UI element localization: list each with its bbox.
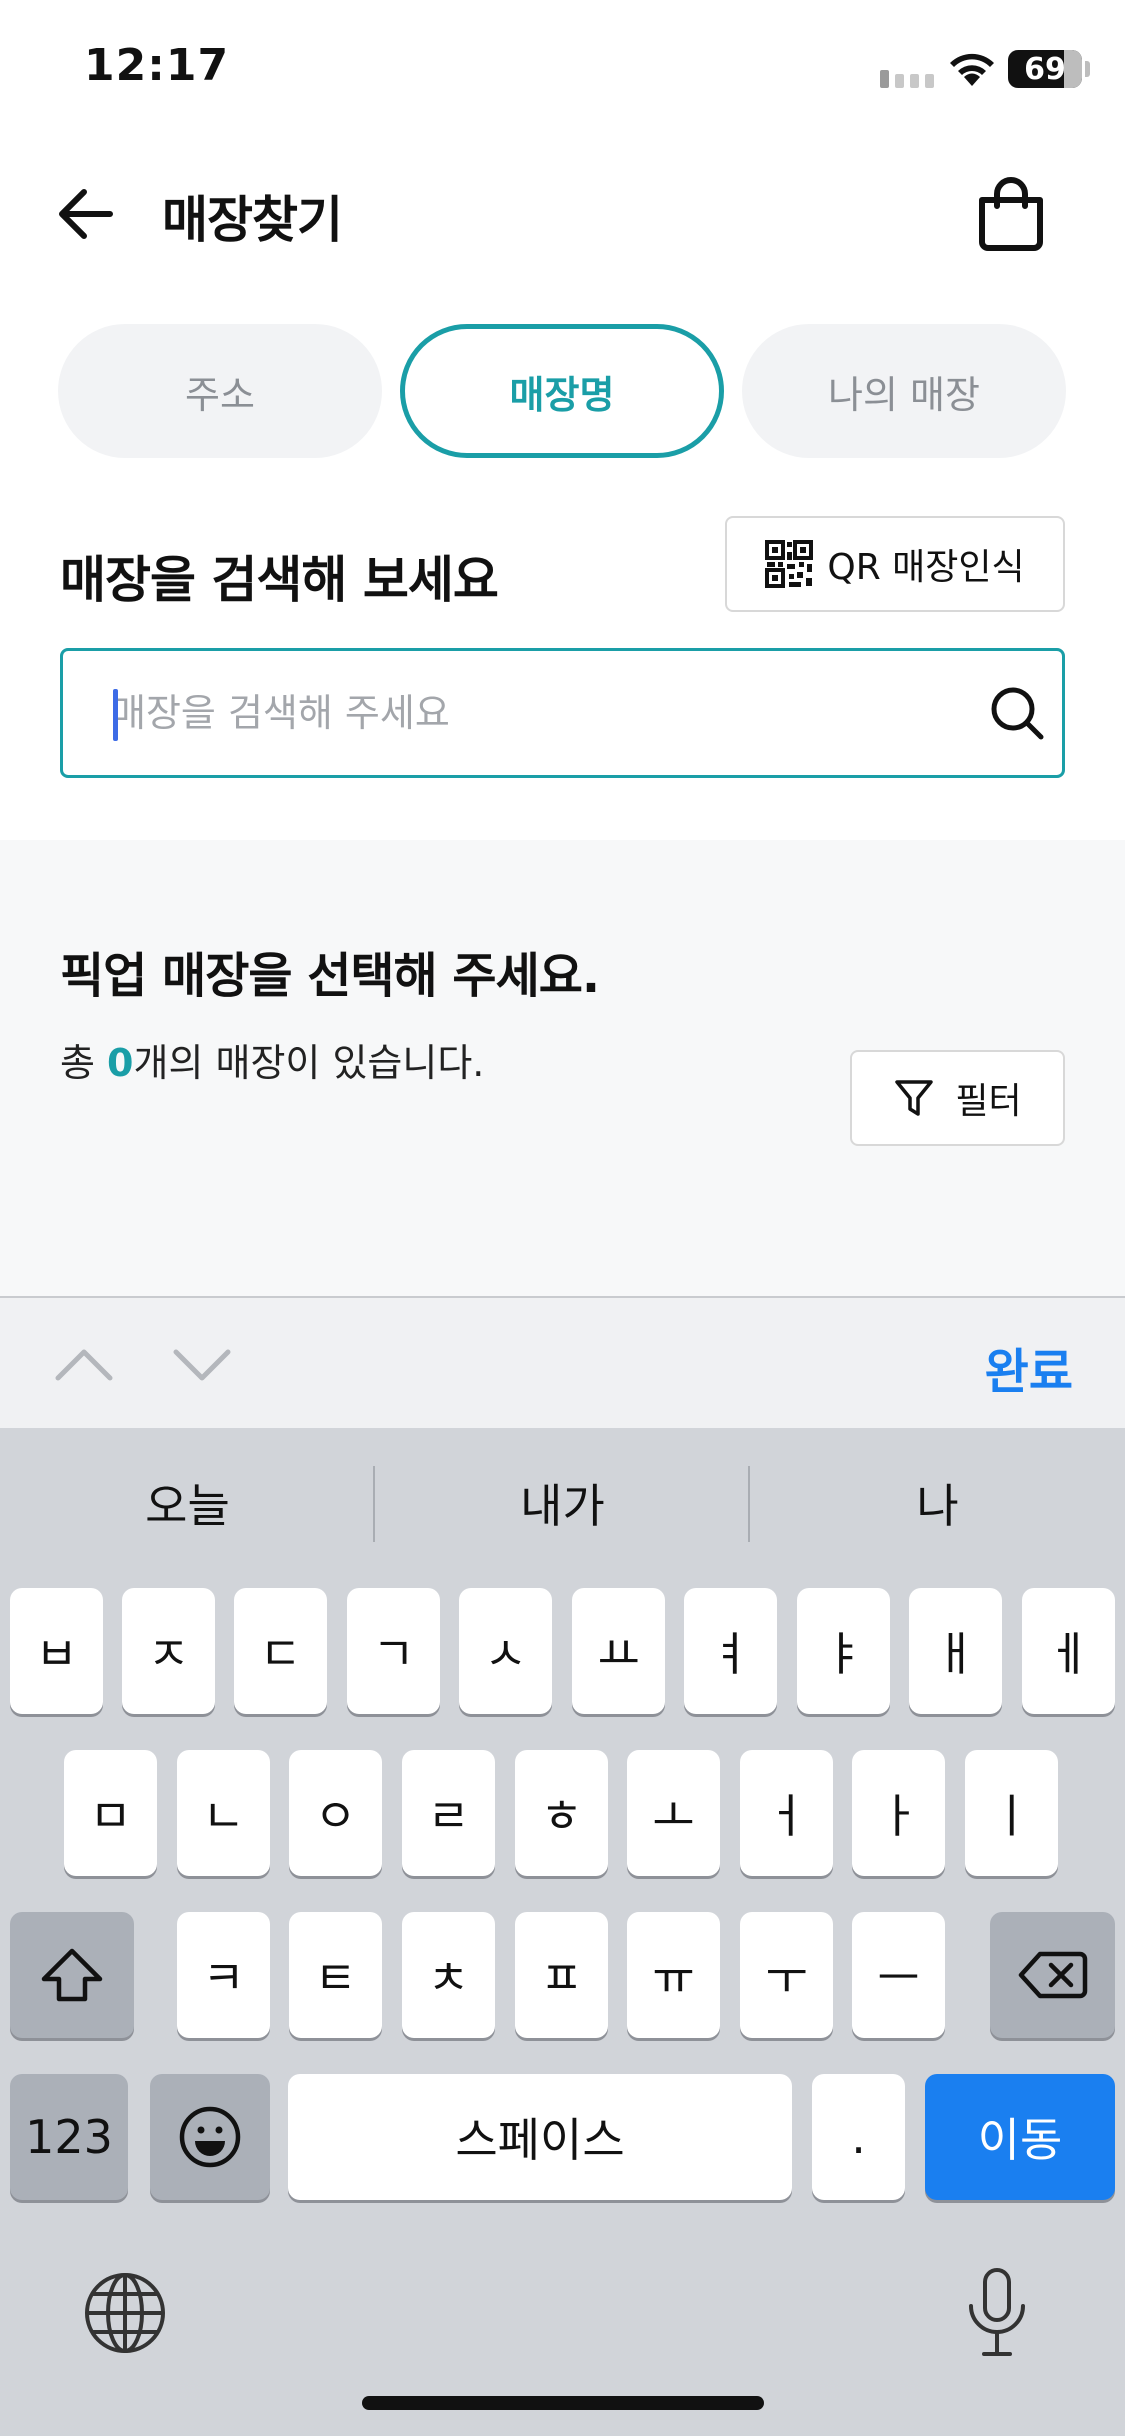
key[interactable]: ㅠ	[627, 1912, 720, 2038]
qr-button-label: QR 매장인식	[827, 547, 1025, 588]
key[interactable]: ㅊ	[402, 1912, 495, 2038]
go-key[interactable]: 이동	[925, 2074, 1115, 2200]
chevron-down-icon[interactable]	[170, 1336, 234, 1392]
search-icon[interactable]	[987, 683, 1047, 743]
key[interactable]: ㅌ	[289, 1912, 382, 2038]
filter-button[interactable]: 필터	[850, 1050, 1065, 1146]
key[interactable]: ㅋ	[177, 1912, 270, 2038]
battery-cap	[1085, 61, 1090, 77]
key[interactable]: ㅣ	[965, 1750, 1058, 1876]
key[interactable]: ㅈ	[122, 1588, 215, 1714]
shift-icon	[41, 1948, 103, 2002]
suggestion-item[interactable]: 나	[750, 1428, 1125, 1578]
chevron-up-icon[interactable]	[52, 1336, 116, 1392]
battery-icon: 69	[1008, 50, 1082, 88]
globe-icon[interactable]	[82, 2270, 168, 2356]
cellular-signal-icon	[880, 70, 934, 88]
results-count: 총 0개의 매장이 있습니다.	[60, 1032, 484, 1087]
key[interactable]: ㅎ	[515, 1750, 608, 1876]
emoji-key[interactable]	[150, 2074, 270, 2200]
results-heading: 픽업 매장을 선택해 주세요.	[60, 948, 600, 1004]
key[interactable]: ㅔ	[1022, 1588, 1115, 1714]
page-title: 매장찾기	[162, 191, 343, 249]
done-button[interactable]: 완료	[985, 1332, 1073, 1402]
key[interactable]: ㅑ	[797, 1588, 890, 1714]
store-search-box	[60, 648, 1065, 778]
search-heading: 매장을 검색해 보세요	[60, 551, 499, 609]
period-key[interactable]: .	[812, 2074, 905, 2200]
backspace-key[interactable]	[990, 1912, 1115, 2038]
predictive-suggestions: 오늘 내가 나	[0, 1428, 1125, 1578]
key[interactable]: ㄱ	[347, 1588, 440, 1714]
text-cursor	[113, 689, 118, 741]
count-number: 0	[107, 1041, 134, 1085]
back-arrow-icon[interactable]	[52, 178, 124, 250]
store-search-input[interactable]	[111, 651, 971, 775]
home-indicator	[362, 2396, 764, 2410]
filter-label: 필터	[955, 1081, 1022, 1122]
korean-keyboard: 오늘 내가 나 ㅂ ㅈ ㄷ ㄱ ㅅ ㅛ ㅕ ㅑ ㅐ ㅔ ㅁ ㄴ ㅇ ㄹ ㅎ ㅗ …	[0, 1428, 1125, 2436]
qr-store-scan-button[interactable]: QR 매장인식	[725, 516, 1065, 612]
emoji-icon	[179, 2106, 241, 2168]
key[interactable]: ㅂ	[10, 1588, 103, 1714]
battery-level: 69	[1024, 51, 1066, 87]
key[interactable]: ㄹ	[402, 1750, 495, 1876]
key[interactable]: ㅜ	[740, 1912, 833, 2038]
space-key[interactable]: 스페이스	[288, 2074, 792, 2200]
tab-my-store[interactable]: 나의 매장	[742, 324, 1066, 458]
key[interactable]: ㅡ	[852, 1912, 945, 2038]
tab-address[interactable]: 주소	[58, 324, 382, 458]
filter-icon	[895, 1080, 934, 1116]
search-mode-tabs: 주소 매장명 나의 매장	[58, 324, 1066, 458]
key[interactable]: ㅓ	[740, 1750, 833, 1876]
suggestion-item[interactable]: 오늘	[0, 1428, 375, 1578]
tab-store-name[interactable]: 매장명	[400, 324, 724, 458]
numbers-key[interactable]: 123	[10, 2074, 128, 2200]
keyboard-accessory-bar: 완료	[0, 1296, 1125, 1428]
backspace-icon	[1018, 1951, 1087, 1999]
key[interactable]: ㄷ	[234, 1588, 327, 1714]
shopping-bag-icon[interactable]	[972, 176, 1050, 254]
key[interactable]: ㅇ	[289, 1750, 382, 1876]
suggestion-item[interactable]: 내가	[375, 1428, 750, 1578]
qr-code-icon	[765, 540, 814, 588]
key[interactable]: ㅅ	[459, 1588, 552, 1714]
count-suffix: 개의 매장이 있습니다.	[133, 1041, 485, 1085]
key[interactable]: ㅕ	[684, 1588, 777, 1714]
key[interactable]: ㅗ	[627, 1750, 720, 1876]
app-header: 매장찾기	[0, 150, 1125, 280]
count-prefix: 총	[60, 1041, 108, 1085]
status-bar: 12:17 69	[0, 0, 1125, 130]
key[interactable]: ㅏ	[852, 1750, 945, 1876]
shift-key[interactable]	[10, 1912, 134, 2038]
status-time: 12:17	[84, 40, 230, 91]
key[interactable]: ㅁ	[64, 1750, 157, 1876]
key[interactable]: ㄴ	[177, 1750, 270, 1876]
key[interactable]: ㅛ	[572, 1588, 665, 1714]
key[interactable]: ㅍ	[515, 1912, 608, 2038]
wifi-icon	[950, 53, 994, 86]
microphone-icon[interactable]	[962, 2266, 1032, 2362]
results-section: 픽업 매장을 선택해 주세요. 총 0개의 매장이 있습니다. 필터	[0, 840, 1125, 1296]
key[interactable]: ㅐ	[909, 1588, 1002, 1714]
